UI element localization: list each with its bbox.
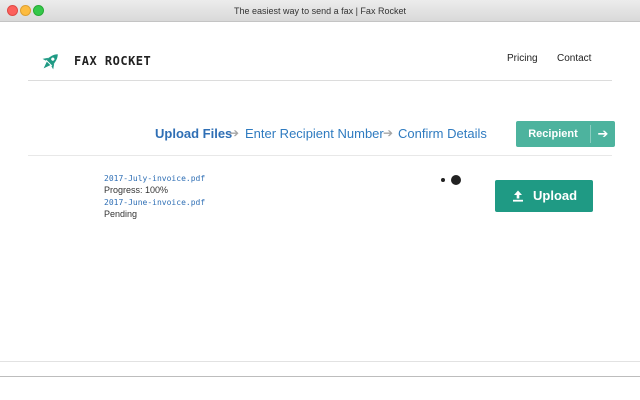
file-name: 2017-June-invoice.pdf: [104, 198, 206, 207]
window-titlebar: The easiest way to send a fax | Fax Rock…: [0, 0, 640, 22]
recipient-next-label: Recipient: [528, 128, 578, 140]
brand-name[interactable]: FAX ROCKET: [74, 54, 151, 68]
window-title: The easiest way to send a fax | Fax Rock…: [234, 6, 406, 16]
window-bottom-edge: [0, 376, 640, 377]
loading-indicator-dot: [451, 175, 461, 185]
step-arrow-icon: ➔: [383, 126, 394, 140]
file-status: Pending: [104, 209, 138, 219]
recipient-next-button[interactable]: Recipient ➔: [516, 121, 615, 147]
file-progress: Progress: 100%: [104, 185, 169, 195]
rocket-icon[interactable]: [38, 50, 62, 74]
arrow-right-icon: ➔: [597, 126, 609, 141]
nav-contact-link[interactable]: Contact: [557, 53, 591, 64]
upload-icon: [513, 190, 523, 202]
section-divider: [28, 155, 612, 156]
upload-button[interactable]: Upload: [495, 180, 593, 212]
step-arrow-icon: ➔: [229, 126, 240, 140]
step-upload-files: Upload Files: [155, 126, 233, 141]
footer-divider: [0, 361, 640, 362]
nav-pricing-link[interactable]: Pricing: [507, 53, 538, 64]
step-confirm-details: Confirm Details: [398, 126, 487, 141]
upload-button-label: Upload: [533, 188, 578, 203]
step-enter-recipient-number: Enter Recipient Number: [245, 126, 384, 141]
file-name: 2017-July-invoice.pdf: [104, 174, 206, 183]
loading-indicator-dot: [441, 178, 445, 182]
header-divider: [28, 80, 612, 81]
